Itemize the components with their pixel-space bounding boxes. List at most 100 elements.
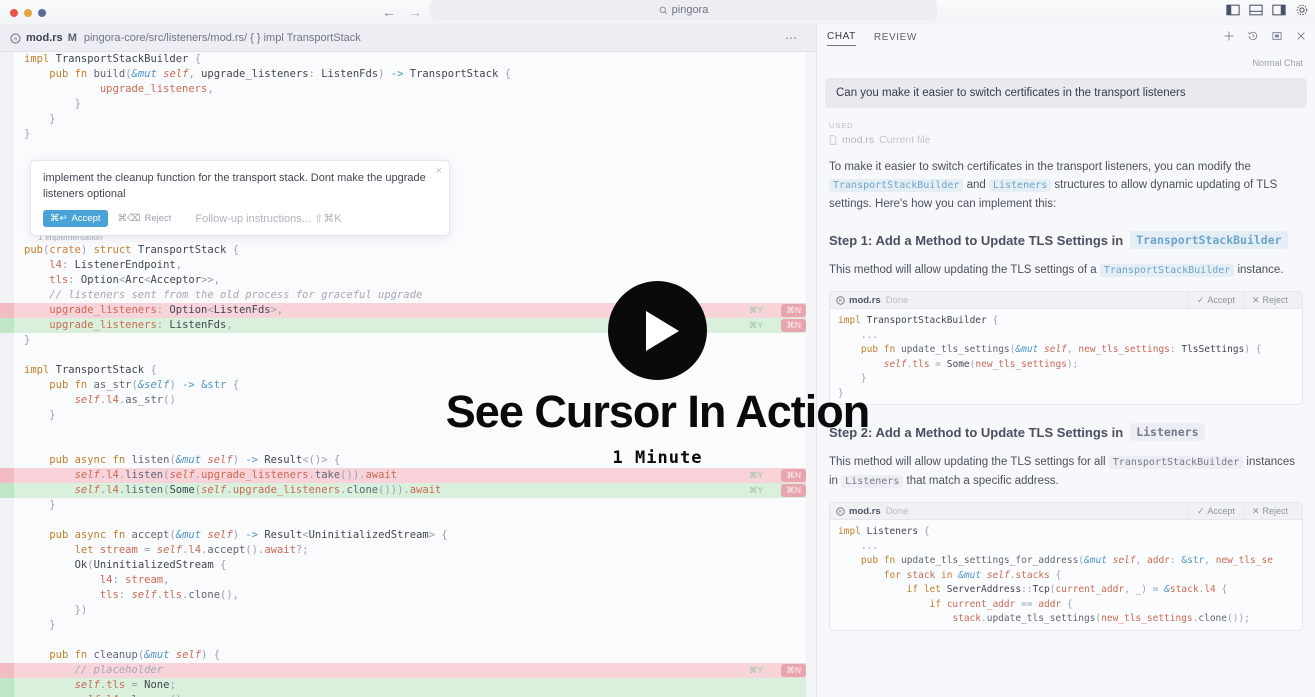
step-2-code-card[interactable]: R mod.rs Done ✓ Accept ✕ Reject impl Lis… (829, 502, 1303, 631)
code-line[interactable] (14, 633, 816, 648)
inline-ai-prompt-popup[interactable]: × implement the cleanup function for the… (30, 160, 450, 236)
code-line[interactable]: tls: Option<Arc<Acceptor>>, (14, 273, 816, 288)
followup-instructions-input[interactable]: Follow-up instructions... ⇧⌘K (195, 212, 341, 225)
code-line[interactable]: let stream = self.l4.accept().await?; (14, 543, 816, 558)
code-lines-container[interactable]: impl TransportStackBuilder { pub fn buil… (0, 52, 816, 697)
code-editor[interactable]: impl TransportStackBuilder { pub fn buil… (0, 52, 816, 697)
maximize-window-button[interactable] (38, 8, 46, 17)
code-line[interactable]: pub fn as_str(&self) -> &str { (14, 378, 816, 393)
close-window-button[interactable] (10, 8, 18, 17)
code-line-added[interactable]: self.tls = None; (0, 678, 816, 693)
reject-diff-shortcut-badge[interactable]: ⌘N (781, 319, 806, 332)
step-1-code-card[interactable]: R mod.rs Done ✓ Accept ✕ Reject impl Tra… (829, 291, 1303, 405)
code-line[interactable]: pub(crate) struct TransportStack { (14, 243, 816, 258)
code-line[interactable]: impl TransportStackBuilder { (14, 52, 816, 67)
settings-gear-icon[interactable] (1295, 3, 1309, 17)
reject-diff-shortcut-badge[interactable]: ⌘N (781, 484, 806, 497)
search-input[interactable]: pingora (430, 0, 937, 20)
code-line[interactable]: } (14, 127, 816, 142)
code-line[interactable] (14, 423, 816, 438)
card-code-line: if current_addr == addr { (929, 598, 1073, 610)
chat-mode-label[interactable]: Normal Chat (817, 52, 1315, 68)
reject-diff-shortcut-badge[interactable]: ⌘N (781, 304, 806, 317)
code-line[interactable]: l4: ListenerEndpoint, (14, 258, 816, 273)
step-1-heading-code: TransportStackBuilder (1130, 231, 1288, 249)
forward-arrow-icon[interactable]: → (408, 3, 422, 21)
card-code-line: stack.update_tls_settings(new_tls_settin… (952, 613, 1250, 624)
rust-file-icon: R (836, 506, 845, 516)
accept-diff-shortcut-badge[interactable]: ⌘Y (744, 469, 768, 482)
window-titlebar: ← → pingora (0, 0, 1315, 25)
code-line[interactable]: } (14, 408, 816, 423)
code-line[interactable]: impl TransportStack { (14, 363, 816, 378)
chat-panel[interactable]: CHAT REVIEW Normal Chat Can you make it … (816, 25, 1315, 697)
code-line[interactable]: upgrade_listeners, (14, 82, 816, 97)
svg-text:R: R (839, 509, 842, 514)
expand-icon[interactable] (1271, 30, 1283, 42)
tab-chat[interactable]: CHAT (827, 31, 856, 46)
code-line[interactable]: tls: self.tls.clone(), (14, 588, 816, 603)
tab-review[interactable]: REVIEW (874, 32, 917, 46)
step-2-desc-code: TransportStackBuilder (1108, 456, 1244, 469)
code-line-removed[interactable]: self.l4.listen(self.upgrade_listeners.ta… (0, 468, 816, 483)
cross-icon: ✕ (1251, 505, 1260, 516)
used-context-file[interactable]: mod.rs Current file (829, 134, 1315, 146)
left-panel-icon[interactable] (1226, 3, 1240, 17)
chat-actions (1223, 30, 1307, 42)
code-line-removed[interactable]: // placeholder ⌘Y ⌘N (0, 663, 816, 678)
assistant-intro-paragraph: To make it easier to switch certificates… (829, 158, 1303, 213)
card-code-line: for stack in &mut self.stacks { (883, 569, 1062, 581)
accept-diff-shortcut-badge[interactable]: ⌘Y (744, 304, 768, 317)
code-line[interactable]: l4: stream, (14, 573, 816, 588)
code-line[interactable]: pub fn build(&mut self, upgrade_listener… (14, 67, 816, 82)
editor-overflow-menu-icon[interactable]: ⋯ (785, 31, 798, 45)
step-2-card-code: impl Listeners { ... pub fn update_tls_s… (830, 520, 1302, 630)
step-1-desc-part1: This method will allow updating the TLS … (829, 264, 1097, 276)
card-code-line: } (860, 373, 867, 384)
reject-diff-shortcut-badge[interactable]: ⌘N (781, 664, 806, 677)
used-context-label: USED (829, 121, 854, 130)
right-panel-icon[interactable] (1272, 3, 1286, 17)
code-line[interactable]: self.l4.as_str() (14, 393, 816, 408)
code-line[interactable] (14, 513, 816, 528)
breadcrumb[interactable]: pingora-core/src/listeners/mod.rs/ { } i… (84, 32, 361, 44)
editor-scrollbar[interactable] (806, 52, 816, 697)
code-line[interactable]: } (14, 97, 816, 112)
code-line-added[interactable]: self.l4.listen(Some(self.upgrade_listene… (0, 483, 816, 498)
code-line[interactable]: } (14, 498, 816, 513)
card-code-line: self.tls = Some(new_tls_settings); (883, 358, 1079, 370)
code-line[interactable]: Ok(UninitializedStream { (14, 558, 816, 573)
close-icon[interactable]: × (436, 165, 442, 177)
code-line[interactable]: pub async fn listen(&mut self) -> Result… (14, 453, 816, 468)
search-icon (659, 6, 667, 14)
code-line[interactable] (14, 142, 816, 157)
code-line[interactable] (14, 438, 816, 453)
reject-diff-shortcut-badge[interactable]: ⌘N (781, 469, 806, 482)
step-1-accept-button[interactable]: ✓ Accept (1187, 292, 1243, 309)
code-line[interactable]: } (14, 618, 816, 633)
close-icon[interactable] (1295, 30, 1307, 42)
step-1-reject-button[interactable]: ✕ Reject (1242, 292, 1296, 309)
editor-tab-bar[interactable]: R mod.rs M pingora-core/src/listeners/mo… (0, 25, 816, 52)
step-2-accept-button[interactable]: ✓ Accept (1187, 502, 1243, 520)
window-traffic-lights (10, 8, 46, 17)
check-icon: ✓ (1196, 294, 1205, 305)
accept-button[interactable]: ⌘↵ Accept (43, 210, 108, 227)
minimize-window-button[interactable] (24, 8, 32, 17)
code-line[interactable]: } (14, 112, 816, 127)
accept-diff-shortcut-badge[interactable]: ⌘Y (744, 319, 768, 332)
new-chat-icon[interactable] (1223, 30, 1235, 42)
code-line-added[interactable]: self.l4.cleanup(); (0, 693, 816, 697)
code-line[interactable]: }) (14, 603, 816, 618)
code-line[interactable]: pub fn cleanup(&mut self) { (14, 648, 816, 663)
code-line[interactable]: pub async fn accept(&mut self) -> Result… (14, 528, 816, 543)
reject-button[interactable]: ⌘⌫ Reject (118, 213, 172, 224)
history-icon[interactable] (1247, 30, 1259, 42)
bottom-panel-icon[interactable] (1249, 3, 1263, 17)
step-2-reject-button[interactable]: ✕ Reject (1242, 502, 1296, 520)
accept-diff-shortcut-badge[interactable]: ⌘Y (744, 484, 768, 497)
accept-diff-shortcut-badge[interactable]: ⌘Y (744, 664, 768, 677)
step-1-reject-label: Reject (1262, 295, 1288, 305)
play-icon[interactable] (608, 281, 707, 380)
back-arrow-icon[interactable]: ← (382, 3, 396, 21)
